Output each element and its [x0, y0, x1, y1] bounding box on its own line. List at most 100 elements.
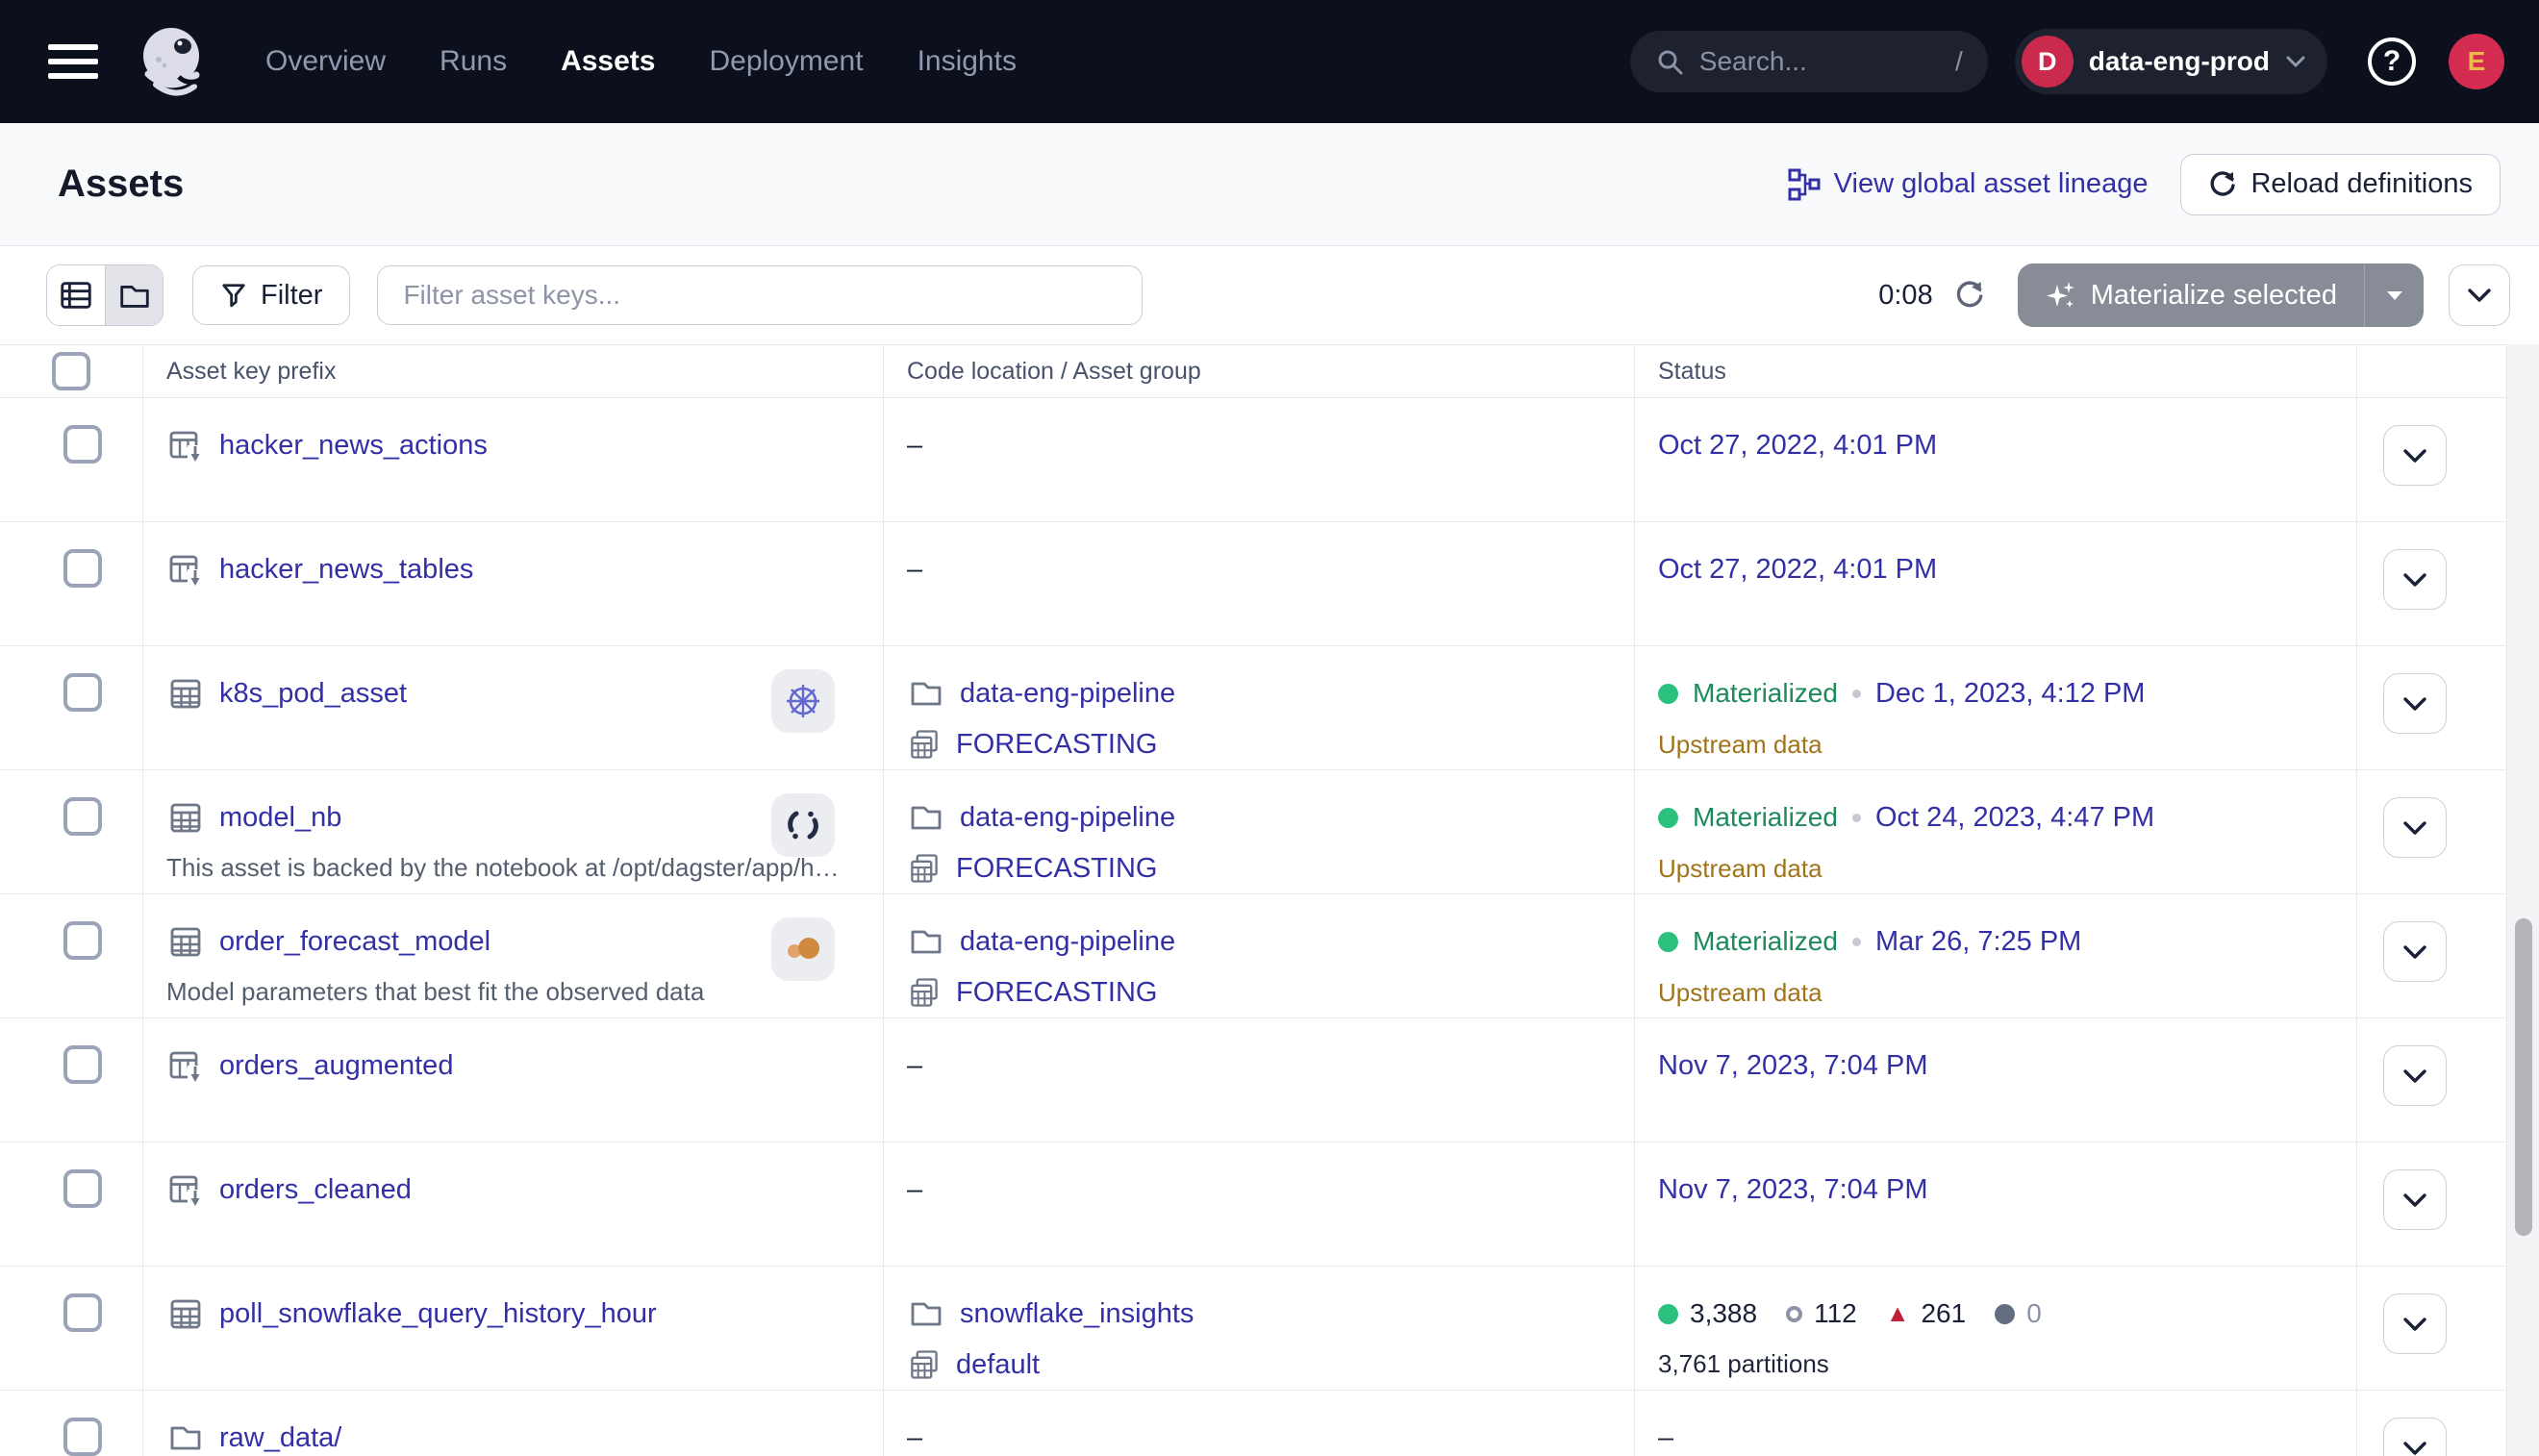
row-expand-button[interactable]	[2383, 673, 2447, 734]
asset-name-link[interactable]: raw_data/	[219, 1422, 341, 1454]
nav-item-insights[interactable]: Insights	[918, 45, 1017, 78]
asset-name-link[interactable]: hacker_news_actions	[219, 430, 488, 462]
materialize-split-button: Materialize selected	[2018, 264, 2424, 327]
folder-view-button[interactable]	[105, 265, 163, 325]
scrollbar-thumb[interactable]	[2515, 918, 2532, 1236]
code-location-link[interactable]: data-eng-pipeline	[960, 802, 1175, 834]
nav-item-assets[interactable]: Assets	[561, 45, 655, 78]
toolbar-chevron-button[interactable]	[2449, 264, 2510, 326]
asset-table-icon	[166, 1294, 205, 1333]
row-expand-button[interactable]	[2383, 1293, 2447, 1354]
partition-count: 0	[2026, 1298, 2042, 1329]
asset-group-icon	[907, 975, 942, 1010]
user-avatar[interactable]: E	[2449, 34, 2504, 89]
asset-group-link[interactable]: FORECASTING	[956, 729, 1157, 761]
view-global-asset-lineage-link[interactable]: View global asset lineage	[1788, 168, 2149, 201]
materialized-dot-icon	[1658, 684, 1678, 704]
code-location-icon	[907, 922, 945, 961]
row-checkbox[interactable]	[63, 425, 102, 464]
materialize-options-caret[interactable]	[2364, 264, 2424, 327]
asset-group-link[interactable]: FORECASTING	[956, 853, 1157, 885]
asset-group-link[interactable]: default	[956, 1349, 1040, 1381]
asset-table-icon	[166, 798, 205, 837]
refresh-icon[interactable]	[1954, 280, 1985, 311]
materialization-timestamp-link[interactable]: Mar 26, 7:25 PM	[1875, 926, 2081, 958]
materialization-timestamp-link[interactable]: Dec 1, 2023, 4:12 PM	[1875, 678, 2146, 710]
scrollbar-track[interactable]	[2506, 344, 2539, 1456]
empty-value: –	[1658, 1422, 1673, 1454]
column-header-asset-key: Asset key prefix	[142, 345, 883, 397]
search-shortcut-hint: /	[1955, 46, 1963, 77]
materialization-timestamp-link[interactable]: Nov 7, 2023, 7:04 PM	[1658, 1174, 1928, 1206]
row-expand-button[interactable]	[2383, 425, 2447, 486]
materialization-timestamp-link[interactable]: Oct 24, 2023, 4:47 PM	[1875, 802, 2154, 834]
materialization-timestamp-link[interactable]: Oct 27, 2022, 4:01 PM	[1658, 554, 1937, 586]
caret-down-icon	[2386, 290, 2403, 301]
row-checkbox[interactable]	[63, 549, 102, 588]
code-location-link[interactable]: snowflake_insights	[960, 1298, 1194, 1330]
help-icon[interactable]: ?	[2368, 38, 2416, 86]
chevron-down-icon	[2467, 288, 2492, 303]
code-location-link[interactable]: data-eng-pipeline	[960, 678, 1175, 710]
materialized-label: Materialized	[1693, 926, 1838, 957]
search-input[interactable]	[1699, 46, 1940, 77]
asset-name-link[interactable]: order_forecast_model	[219, 926, 490, 958]
deployment-badge: D	[2022, 36, 2074, 88]
empty-value: –	[907, 1422, 922, 1454]
nav-item-overview[interactable]: Overview	[265, 45, 386, 78]
table-row: orders_cleaned – Nov 7, 2023, 7:04 PM	[0, 1142, 2539, 1267]
row-expand-button[interactable]	[2383, 549, 2447, 610]
row-checkbox[interactable]	[63, 1293, 102, 1332]
asset-name-link[interactable]: poll_snowflake_query_history_hour	[219, 1298, 657, 1330]
filter-button[interactable]: Filter	[192, 265, 350, 325]
separator-dot-icon	[1852, 690, 1861, 698]
menu-icon[interactable]	[48, 44, 98, 79]
row-expand-button[interactable]	[2383, 1418, 2447, 1456]
asset-table-arrow-icon	[166, 426, 205, 464]
asset-group-link[interactable]: FORECASTING	[956, 977, 1157, 1009]
materialization-timestamp-link[interactable]: Nov 7, 2023, 7:04 PM	[1658, 1050, 1928, 1082]
upstream-data-label: Upstream data	[1658, 975, 2356, 1010]
empty-value: –	[907, 1050, 922, 1082]
flat-list-view-button[interactable]	[47, 265, 105, 325]
row-checkbox[interactable]	[63, 673, 102, 712]
failed-count-triangle-icon: ▲	[1886, 1302, 1910, 1326]
asset-name-link[interactable]: hacker_news_tables	[219, 554, 473, 586]
asset-name-link[interactable]: k8s_pod_asset	[219, 678, 407, 710]
asset-name-link[interactable]: orders_cleaned	[219, 1174, 412, 1206]
row-checkbox[interactable]	[63, 1169, 102, 1208]
select-all-checkbox[interactable]	[52, 352, 90, 390]
empty-value: –	[907, 554, 922, 586]
empty-value: –	[907, 1174, 922, 1206]
asset-description: Model parameters that best fit the obser…	[166, 977, 840, 1007]
list-view-icon	[58, 277, 94, 314]
row-checkbox[interactable]	[63, 1045, 102, 1084]
asset-table-arrow-icon	[166, 1046, 205, 1085]
noteable-icon	[784, 806, 822, 844]
materialization-timestamp-link[interactable]: Oct 27, 2022, 4:01 PM	[1658, 430, 1937, 462]
row-checkbox[interactable]	[63, 1418, 102, 1456]
code-location-link[interactable]: data-eng-pipeline	[960, 926, 1175, 958]
chevron-down-icon	[2285, 55, 2306, 68]
filter-asset-keys-input[interactable]	[377, 265, 1143, 325]
global-search[interactable]: /	[1630, 31, 1988, 92]
deployment-switcher[interactable]: D data-eng-prod	[2015, 29, 2327, 94]
table-row: raw_data/ – –	[0, 1391, 2539, 1456]
row-expand-button[interactable]	[2383, 921, 2447, 982]
row-checkbox[interactable]	[63, 797, 102, 836]
column-header-status: Status	[1634, 345, 2356, 397]
nav-item-runs[interactable]: Runs	[440, 45, 507, 78]
row-expand-button[interactable]	[2383, 797, 2447, 858]
table-row: order_forecast_model Model parameters tha…	[0, 894, 2539, 1018]
asset-description: This asset is backed by the notebook at …	[166, 853, 840, 883]
materialize-selected-button[interactable]: Materialize selected	[2018, 264, 2364, 327]
refresh-countdown: 0:08	[1878, 280, 1932, 312]
row-expand-button[interactable]	[2383, 1045, 2447, 1106]
nav-item-deployment[interactable]: Deployment	[709, 45, 863, 78]
asset-name-link[interactable]: model_nb	[219, 802, 341, 834]
row-checkbox[interactable]	[63, 921, 102, 960]
deployment-name: data-eng-prod	[2089, 46, 2270, 77]
row-expand-button[interactable]	[2383, 1169, 2447, 1230]
reload-definitions-button[interactable]: Reload definitions	[2180, 154, 2501, 215]
asset-name-link[interactable]: orders_augmented	[219, 1050, 453, 1082]
